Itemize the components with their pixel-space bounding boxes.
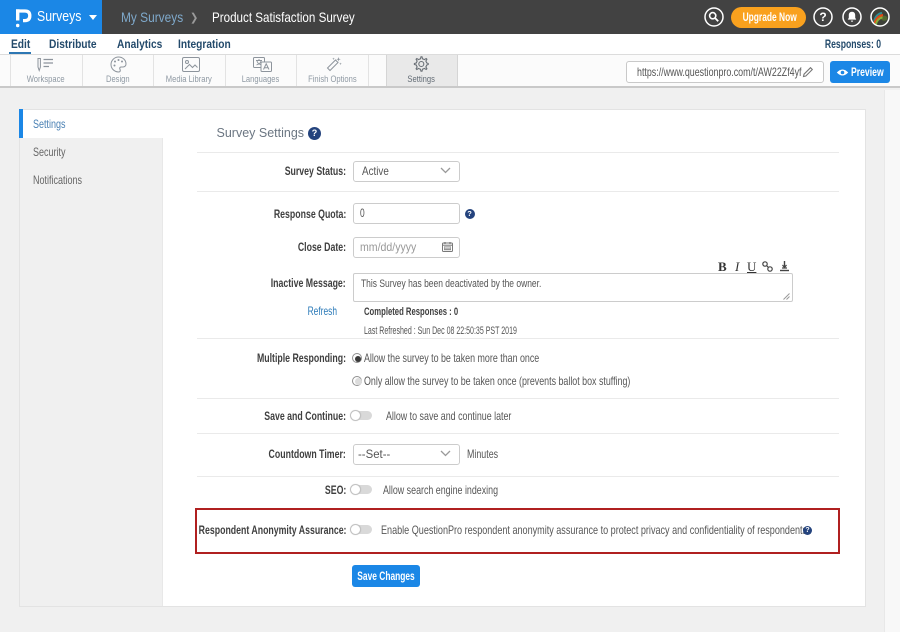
svg-text:?: ? [819,10,826,24]
